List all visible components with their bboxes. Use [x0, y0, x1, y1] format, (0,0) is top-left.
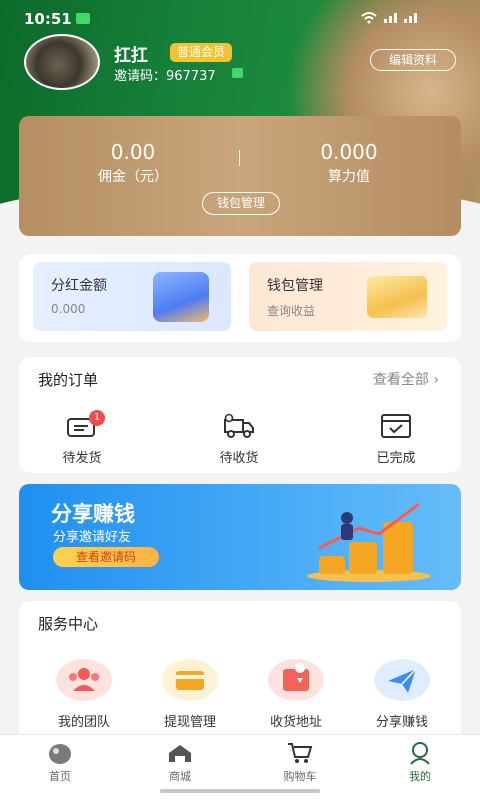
view-invite-code-button[interactable]: 查看邀请码 — [53, 547, 159, 567]
status-time: 10:51 — [24, 10, 72, 28]
paper-plane-icon — [374, 659, 430, 701]
power-label: 算力值 — [328, 169, 370, 185]
home-indicator — [160, 789, 320, 793]
avatar[interactable] — [24, 34, 100, 90]
home-icon — [49, 744, 71, 764]
service-center: 服务中心 我的团队 提现管理 收货地址 分享赚钱 — [19, 601, 461, 741]
orders-title: 我的订单 — [38, 371, 99, 389]
delivery-truck-icon — [224, 413, 254, 438]
service-my-team[interactable]: 我的团队 — [39, 659, 129, 730]
invite-code-value: 967737 — [166, 69, 216, 84]
card-icon — [162, 659, 218, 701]
quick-cards: 分红金额 0.000 钱包管理 查询收益 — [19, 254, 461, 342]
service-address[interactable]: 收货地址 — [251, 659, 341, 730]
order-badge: 1 — [89, 410, 105, 426]
cart-icon — [288, 743, 313, 763]
invite-code: 邀请码：967737 — [114, 65, 216, 84]
service-label: 提现管理 — [163, 715, 216, 730]
copy-icon[interactable] — [232, 68, 243, 78]
services-title: 服务中心 — [38, 615, 99, 633]
tab-cart[interactable]: 购物车 — [260, 741, 340, 784]
stat-divider — [239, 150, 240, 166]
view-all-label: 查看全部 — [372, 372, 429, 388]
member-level-badge: 普通会员 — [170, 43, 233, 62]
commission-value: 0.00 — [110, 140, 156, 164]
chevron-right-icon: › — [433, 372, 439, 388]
status-bar: 10:51 — [0, 0, 480, 36]
coins-growth-illustration-icon — [307, 502, 431, 582]
tab-home[interactable]: 首页 — [20, 741, 100, 784]
map-pin-icon — [268, 659, 324, 701]
banner-title: 分享赚钱 — [51, 502, 135, 526]
edit-profile-button[interactable]: 编辑资料 — [370, 49, 456, 71]
message-icon — [76, 13, 90, 24]
orders-section: 我的订单 查看全部 › 1 待发货 待收货 已完成 — [19, 357, 461, 473]
tab-label: 我的 — [409, 770, 431, 783]
commission-stat[interactable]: 0.00 佣金（元） — [43, 140, 223, 186]
wallet-manage-title: 钱包管理 — [267, 278, 323, 294]
signal-wifi-battery-icons — [360, 10, 420, 28]
banner-subtitle: 分享邀请好友 — [53, 530, 132, 545]
power-value: 0.000 — [320, 140, 378, 164]
team-icon — [56, 659, 112, 701]
tab-label: 首页 — [49, 770, 71, 783]
order-pending-shipment[interactable]: 1 待发货 — [37, 410, 127, 466]
tab-label: 商城 — [169, 770, 191, 783]
service-label: 我的团队 — [57, 715, 110, 730]
wallet-card: 0.00 佣金（元） 0.000 算力值 — [19, 116, 461, 236]
order-pending-receipt[interactable]: 待收货 — [194, 413, 284, 466]
tab-mine[interactable]: 我的 — [380, 741, 460, 784]
invite-label: 邀请码： — [114, 69, 167, 84]
wallet-manage-card[interactable]: 钱包管理 查询收益 — [249, 262, 447, 331]
completed-box-icon — [381, 414, 411, 438]
username: 扛扛 — [114, 46, 148, 66]
dividend-amount: 0.000 — [51, 302, 86, 316]
view-all-orders-link[interactable]: 查看全部 › — [373, 369, 439, 389]
user-icon — [410, 742, 430, 765]
wallet-manage-subtitle: 查询收益 — [267, 304, 316, 318]
tab-label: 购物车 — [283, 770, 317, 783]
order-label: 待发货 — [62, 451, 102, 466]
share-earn-banner[interactable]: 分享赚钱 分享邀请好友 查看邀请码 — [19, 484, 461, 590]
service-label: 分享赚钱 — [375, 715, 428, 730]
order-label: 待收货 — [219, 451, 259, 466]
coins-illustration-icon — [367, 276, 427, 318]
wallet-illustration-icon — [153, 272, 209, 322]
service-label: 收货地址 — [269, 715, 322, 730]
order-completed[interactable]: 已完成 — [351, 413, 441, 466]
tab-shop[interactable]: 商城 — [140, 741, 220, 784]
wallet-manage-button[interactable]: 钱包管理 — [202, 192, 280, 215]
service-share[interactable]: 分享赚钱 — [357, 659, 447, 730]
order-label: 已完成 — [376, 451, 416, 466]
service-withdraw[interactable]: 提现管理 — [145, 659, 235, 730]
commission-label: 佣金（元） — [98, 169, 168, 185]
shop-icon — [169, 745, 191, 762]
wifi-signal-icon — [361, 12, 417, 24]
dividend-card[interactable]: 分红金额 0.000 — [33, 262, 231, 331]
dividend-title: 分红金额 — [51, 278, 107, 294]
power-stat[interactable]: 0.000 算力值 — [259, 140, 439, 186]
